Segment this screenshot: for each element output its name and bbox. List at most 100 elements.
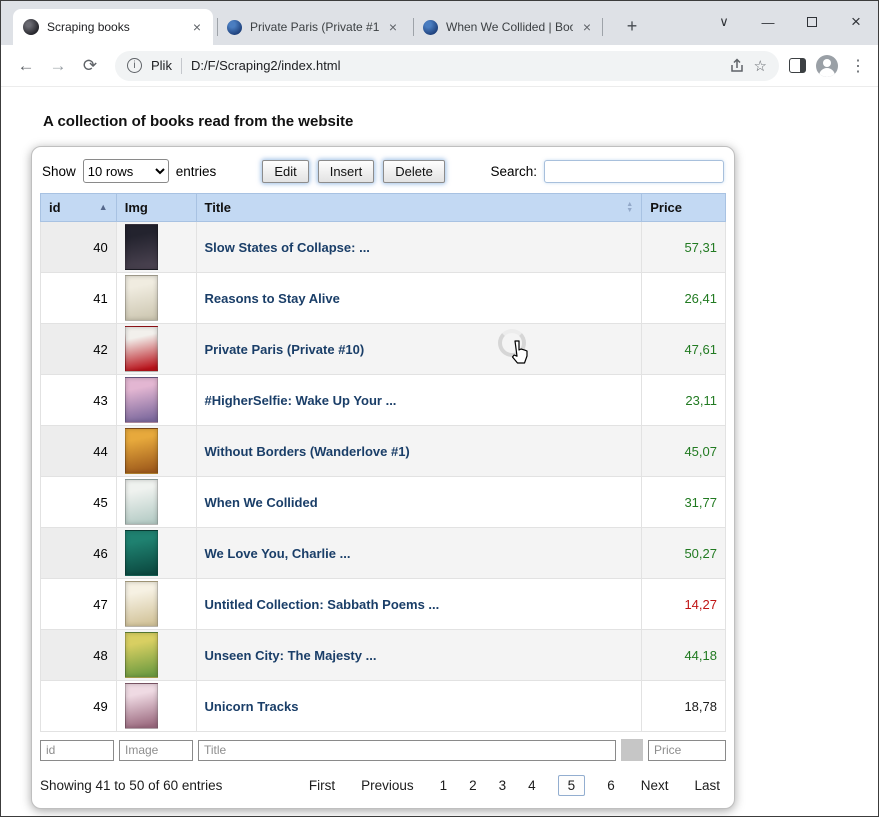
column-header-id[interactable]: id ▲	[40, 193, 117, 222]
cell-title: We Love You, Charlie ...	[195, 527, 643, 579]
filter-spacer	[621, 739, 643, 761]
datatable-card: Show 10 rows entries Edit Insert Delete …	[31, 146, 735, 809]
maximize-button[interactable]	[790, 1, 834, 43]
delete-button[interactable]: Delete	[383, 159, 445, 183]
tab-scraping-books[interactable]: Scraping books ×	[13, 9, 213, 45]
cell-id: 49	[40, 680, 117, 732]
new-tab-button[interactable]: +	[619, 13, 645, 39]
filter-title-input[interactable]	[198, 739, 617, 761]
book-title: Untitled Collection: Sabbath Poems ...	[204, 596, 440, 612]
tab-search-icon[interactable]: ∨	[702, 1, 746, 43]
table-row[interactable]: 41 Reasons to Stay Alive 26,41	[40, 272, 726, 324]
profile-avatar[interactable]	[816, 54, 838, 77]
cell-id: 44	[40, 425, 117, 477]
book-cover-image	[124, 683, 158, 729]
cell-title: Without Borders (Wanderlove #1)	[195, 425, 643, 477]
pagination-page-6[interactable]: 6	[607, 778, 615, 793]
edit-button[interactable]: Edit	[262, 159, 309, 183]
close-tab-icon[interactable]: ×	[191, 19, 203, 35]
cell-id: 41	[40, 272, 117, 324]
tab-favicon-icon	[423, 19, 438, 35]
page-length-select[interactable]: 10 rows	[82, 159, 169, 183]
book-cover-image	[124, 632, 158, 678]
book-title: Private Paris (Private #10)	[204, 341, 365, 357]
pagination-last[interactable]: Last	[694, 778, 720, 793]
sort-both-icon: ▲ ▼	[626, 201, 634, 214]
table-footer: Showing 41 to 50 of 60 entries First Pre…	[40, 763, 726, 796]
pagination-page-2[interactable]: 2	[469, 778, 477, 793]
table-row[interactable]: 44 Without Borders (Wanderlove #1) 45,07	[40, 425, 726, 477]
cell-price: 45,07	[641, 425, 726, 477]
button-group: Edit Insert Delete	[262, 159, 445, 183]
table-row[interactable]: 47 Untitled Collection: Sabbath Poems ..…	[40, 578, 726, 630]
pagination-page-3[interactable]: 3	[499, 778, 507, 793]
filter-id-input[interactable]	[40, 739, 114, 761]
column-label: Img	[124, 200, 148, 215]
filter-price-input[interactable]	[648, 739, 726, 761]
book-cover-image	[124, 479, 158, 525]
table-row[interactable]: 43 #HigherSelfie: Wake Up Your ... 23,11	[40, 374, 726, 426]
column-label: Price	[650, 200, 683, 215]
cell-img	[115, 272, 197, 324]
book-price: 18,78	[684, 698, 717, 714]
minimize-button[interactable]: —	[746, 1, 790, 43]
tab-title: Private Paris (Private #10	[250, 20, 379, 34]
pagination-page-1[interactable]: 1	[440, 778, 448, 793]
reload-icon[interactable]: ⟳	[75, 56, 105, 76]
book-title: Reasons to Stay Alive	[204, 290, 340, 306]
cell-img	[115, 323, 197, 375]
side-panel-icon[interactable]	[789, 58, 806, 73]
info-icon[interactable]: i	[127, 58, 142, 73]
pagination-next[interactable]: Next	[641, 778, 669, 793]
show-label: Show	[42, 163, 76, 179]
table-row[interactable]: 48 Unseen City: The Majesty ... 44,18	[40, 629, 726, 681]
table-row[interactable]: 46 We Love You, Charlie ... 50,27	[40, 527, 726, 579]
table-row[interactable]: 42 Private Paris (Private #10) 47,61	[40, 323, 726, 375]
cell-id: 46	[40, 527, 117, 579]
pagination-page-4[interactable]: 4	[528, 778, 536, 793]
back-icon[interactable]: ←	[11, 56, 41, 76]
cell-id: 42	[40, 323, 117, 375]
close-tab-icon[interactable]: ×	[581, 19, 593, 35]
cell-title: Slow States of Collapse: ...	[195, 221, 643, 273]
book-title: We Love You, Charlie ...	[204, 545, 351, 561]
pagination-first[interactable]: First	[309, 778, 335, 793]
cell-price: 44,18	[641, 629, 726, 681]
book-price: 57,31	[684, 239, 717, 255]
close-tab-icon[interactable]: ×	[387, 19, 399, 35]
column-header-img[interactable]: Img	[115, 193, 197, 222]
book-price: 47,61	[684, 341, 717, 357]
column-header-price[interactable]: Price	[641, 193, 726, 222]
column-label: id	[49, 200, 61, 215]
url-prefix: Plik	[151, 58, 172, 73]
bookmark-star-icon[interactable]: ☆	[754, 57, 767, 75]
book-price: 31,77	[684, 494, 717, 510]
table-row[interactable]: 45 When We Collided 31,77	[40, 476, 726, 528]
cell-title: When We Collided	[195, 476, 643, 528]
search-wrap: Search:	[490, 159, 724, 183]
forward-icon[interactable]: →	[43, 56, 73, 76]
cell-img	[115, 476, 197, 528]
cell-img	[115, 680, 197, 732]
tab-favicon-icon	[23, 19, 39, 35]
table-row[interactable]: 40 Slow States of Collapse: ... 57,31	[40, 221, 726, 273]
insert-button[interactable]: Insert	[317, 159, 375, 183]
cell-img	[115, 425, 197, 477]
cell-price: 57,31	[641, 221, 726, 273]
column-label: Title	[204, 200, 232, 215]
book-cover-image	[124, 224, 158, 270]
share-icon[interactable]	[729, 57, 745, 74]
cell-title: Unicorn Tracks	[195, 680, 643, 732]
column-header-title[interactable]: Title ▲ ▼	[195, 193, 643, 222]
tab-when-we-collided[interactable]: When We Collided | Boo ×	[413, 9, 603, 45]
tab-private-paris[interactable]: Private Paris (Private #10 ×	[217, 9, 409, 45]
browser-menu-icon[interactable]: ⋮	[848, 56, 868, 76]
filter-image-input[interactable]	[119, 739, 193, 761]
table-row[interactable]: 49 Unicorn Tracks 18,78	[40, 680, 726, 732]
close-window-button[interactable]: ×	[834, 1, 878, 43]
search-input[interactable]	[544, 159, 724, 183]
pagination-previous[interactable]: Previous	[361, 778, 414, 793]
address-bar[interactable]: i Plik D:/F/Scraping2/index.html ☆	[115, 50, 779, 81]
pagination-page-current[interactable]: 5	[557, 775, 586, 796]
pagination-numbers: 1 2 3 4 5 6	[440, 775, 615, 796]
